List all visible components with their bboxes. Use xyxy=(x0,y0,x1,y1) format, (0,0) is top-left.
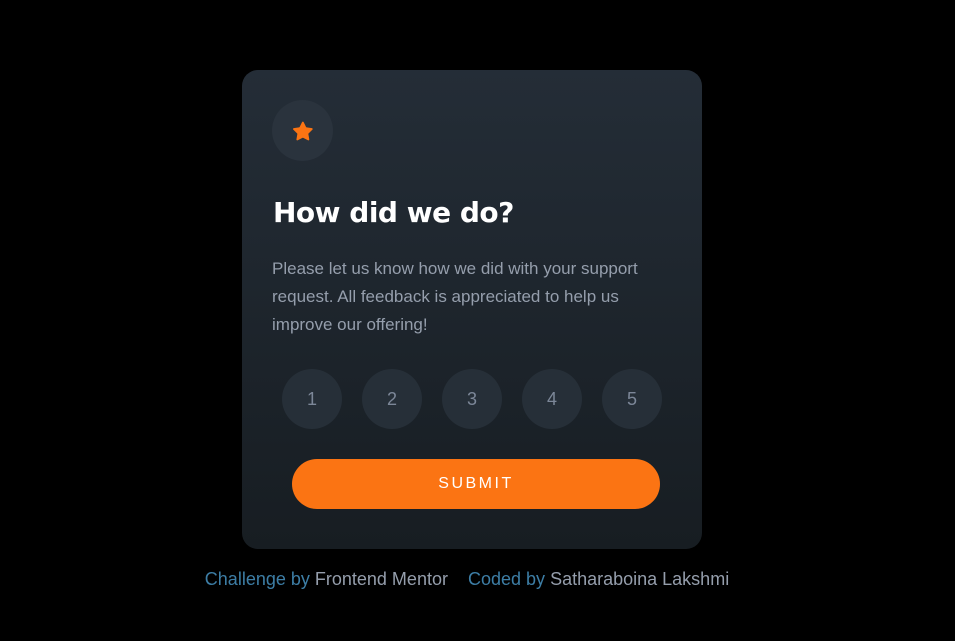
rating-button-1[interactable]: 1 xyxy=(282,369,342,429)
attribution: Challenge by Frontend Mentor Coded by Sa… xyxy=(0,569,934,590)
submit-button[interactable]: SUBMIT xyxy=(292,459,660,509)
rating-button-2[interactable]: 2 xyxy=(362,369,422,429)
author-link[interactable]: Satharaboina Lakshmi xyxy=(550,569,729,589)
star-badge xyxy=(272,100,333,161)
rating-button-5[interactable]: 5 xyxy=(602,369,662,429)
card-title: How did we do? xyxy=(273,196,514,229)
attribution-challenge-prefix: Challenge by xyxy=(204,569,310,589)
rating-card: How did we do? Please let us know how we… xyxy=(242,70,702,549)
rating-group: 1 2 3 4 5 xyxy=(282,369,662,429)
frontend-mentor-link[interactable]: Frontend Mentor xyxy=(315,569,448,589)
star-icon xyxy=(292,121,313,140)
rating-button-3[interactable]: 3 xyxy=(442,369,502,429)
rating-button-4[interactable]: 4 xyxy=(522,369,582,429)
attribution-coded-prefix: Coded by xyxy=(468,569,546,589)
card-description: Please let us know how we did with your … xyxy=(272,259,638,334)
